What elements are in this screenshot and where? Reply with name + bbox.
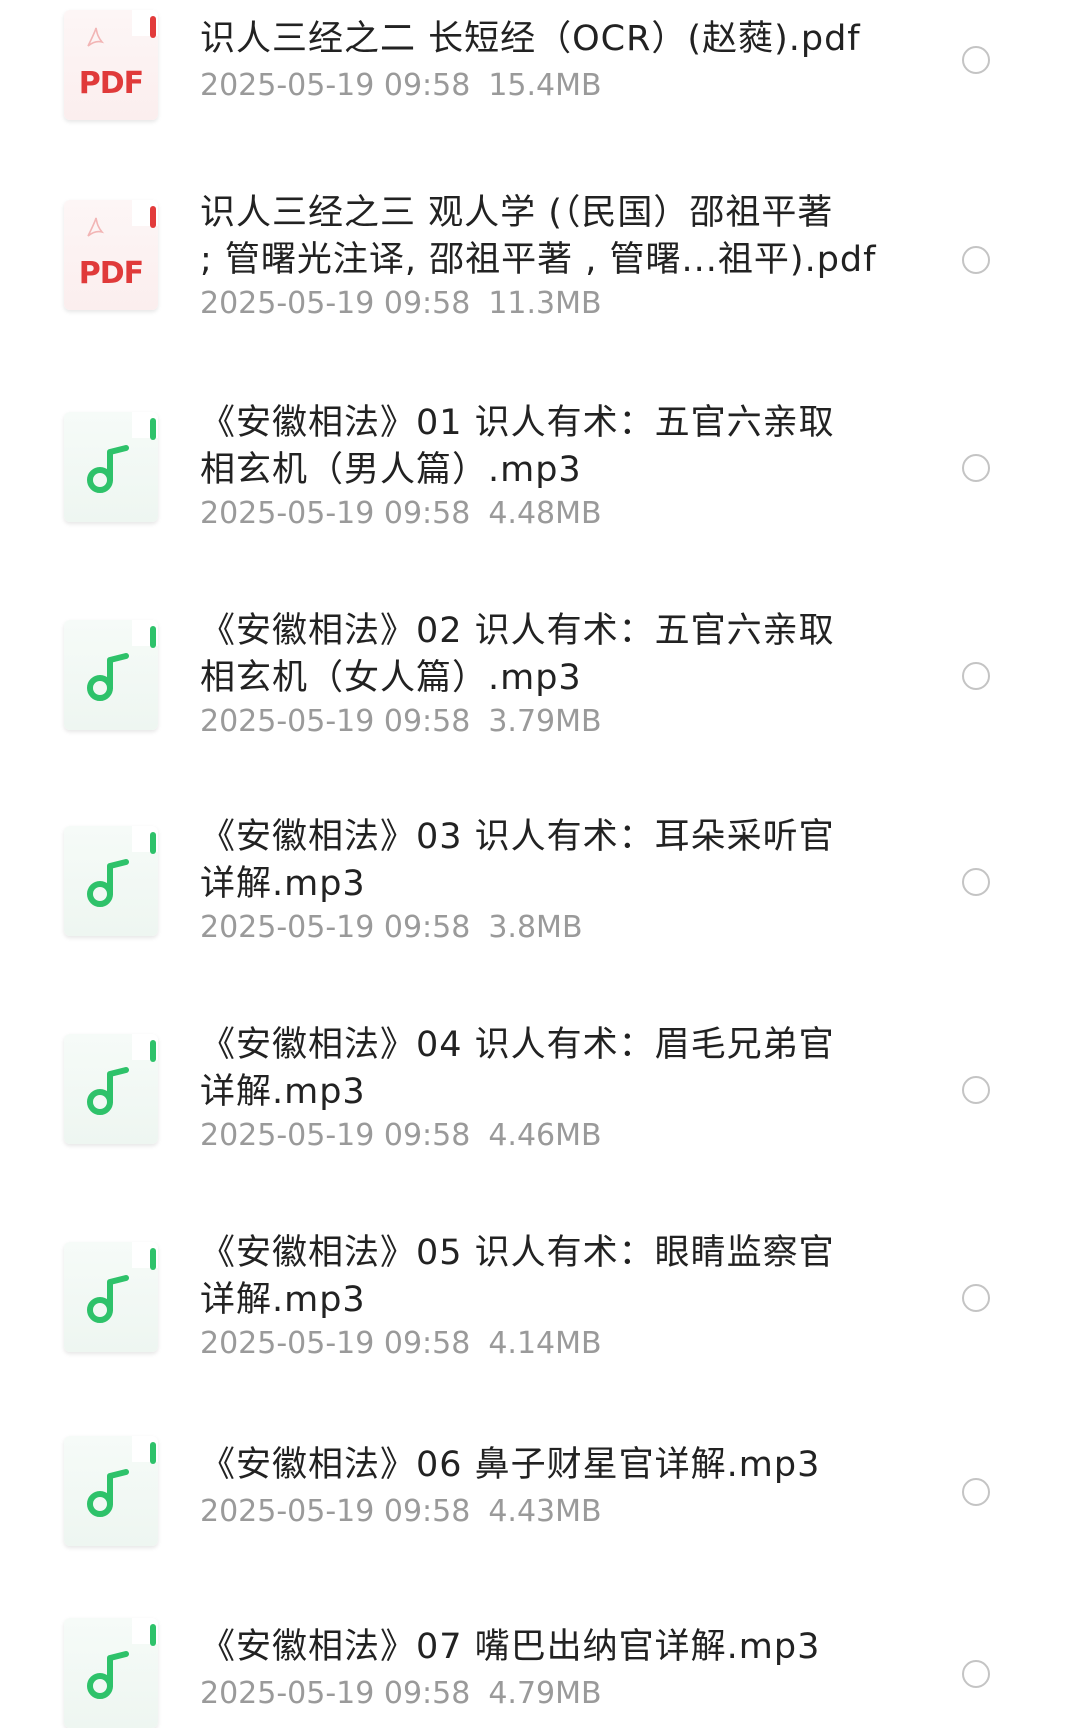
file-name: 《安徽相法》06 鼻子财星官详解.mp3 — [200, 1442, 880, 1489]
file-date: 2025-05-19 09:58 — [200, 1676, 471, 1711]
file-size: 11.3MB — [488, 286, 602, 321]
select-radio-button[interactable] — [962, 454, 990, 482]
file-name-line: 《安徽相法》03 识人有术：耳朵采听官 — [200, 817, 835, 857]
file-date: 2025-05-19 09:58 — [200, 68, 471, 103]
music-note-glyph — [87, 859, 129, 907]
file-size: 4.48MB — [488, 496, 602, 531]
file-name-line: 识人三经之二 长短经（OCR）(赵蕤).pdf — [200, 19, 861, 59]
music-note-glyph — [87, 1067, 129, 1115]
pdf-file-icon: PDF — [64, 10, 158, 120]
acrobat-symbol-icon — [87, 27, 105, 47]
file-date: 2025-05-19 09:58 — [200, 704, 471, 739]
file-name-line: 《安徽相法》05 识人有术：眼睛监察官 — [200, 1233, 835, 1273]
music-note-glyph — [87, 1651, 129, 1699]
music-note-glyph — [87, 445, 129, 493]
corner-mark — [150, 626, 156, 648]
file-date: 2025-05-19 09:58 — [200, 286, 471, 321]
file-name-line: 相玄机（女人篇）.mp3 — [200, 658, 582, 698]
file-meta: 2025-05-19 09:58 4.46MB — [200, 1118, 602, 1154]
file-date: 2025-05-19 09:58 — [200, 1118, 471, 1153]
corner-mark — [150, 206, 156, 228]
file-name-line: 《安徽相法》01 识人有术：五官六亲取 — [200, 403, 835, 443]
file-meta: 2025-05-19 09:58 11.3MB — [200, 286, 602, 322]
file-name-line: 详解.mp3 — [200, 1072, 366, 1112]
file-meta: 2025-05-19 09:58 4.48MB — [200, 496, 602, 532]
file-name-line: ; 管曙光注译, 邵祖平著 , 管曙...祖平).pdf — [200, 240, 877, 280]
file-size: 15.4MB — [488, 68, 602, 103]
file-name-line: 详解.mp3 — [200, 1280, 366, 1320]
file-name-line: 《安徽相法》07 嘴巴出纳官详解.mp3 — [200, 1627, 821, 1667]
file-meta: 2025-05-19 09:58 3.79MB — [200, 704, 602, 740]
select-radio-button[interactable] — [962, 868, 990, 896]
file-size: 4.14MB — [488, 1326, 602, 1361]
file-size: 3.79MB — [488, 704, 602, 739]
file-name-line: 详解.mp3 — [200, 864, 366, 904]
music-note-icon — [64, 826, 158, 936]
corner-mark — [150, 418, 156, 440]
corner-mark — [150, 1442, 156, 1464]
music-note-glyph — [87, 653, 129, 701]
file-date: 2025-05-19 09:58 — [200, 1326, 471, 1361]
file-list: PDF 识人三经之二 长短经（OCR）(赵蕤).pdf 2025-05-19 09:… — [0, 0, 1080, 1728]
file-size: 4.79MB — [488, 1676, 602, 1711]
file-meta: 2025-05-19 09:58 3.8MB — [200, 910, 583, 946]
file-meta: 2025-05-19 09:58 4.79MB — [200, 1676, 602, 1712]
select-radio-button[interactable] — [962, 1660, 990, 1688]
corner-mark — [150, 1624, 156, 1646]
file-name-line: 相玄机（男人篇）.mp3 — [200, 450, 582, 490]
file-meta: 2025-05-19 09:58 15.4MB — [200, 68, 602, 104]
file-name-line: 《安徽相法》04 识人有术：眉毛兄弟官 — [200, 1025, 835, 1065]
file-name-line: 识人三经之三 观人学 (（民国）邵祖平著 — [200, 193, 834, 233]
file-size: 3.8MB — [488, 910, 583, 945]
file-name: 《安徽相法》05 识人有术：眼睛监察官 详解.mp3 — [200, 1230, 880, 1324]
music-note-glyph — [87, 1469, 129, 1517]
corner-mark — [150, 832, 156, 854]
file-name: 《安徽相法》02 识人有术：五官六亲取 相玄机（女人篇）.mp3 — [200, 608, 880, 702]
pdf-icon-label: PDF — [78, 66, 144, 101]
file-size: 4.46MB — [488, 1118, 602, 1153]
select-radio-button[interactable] — [962, 1478, 990, 1506]
file-date: 2025-05-19 09:58 — [200, 1494, 471, 1529]
select-radio-button[interactable] — [962, 46, 990, 74]
file-date: 2025-05-19 09:58 — [200, 496, 471, 531]
music-note-icon — [64, 1242, 158, 1352]
file-date: 2025-05-19 09:58 — [200, 910, 471, 945]
music-note-icon — [64, 1034, 158, 1144]
music-note-icon — [64, 1436, 158, 1546]
file-name: 识人三经之二 长短经（OCR）(赵蕤).pdf — [200, 16, 880, 63]
file-name: 识人三经之三 观人学 (（民国）邵祖平著 ; 管曙光注译, 邵祖平著 , 管曙..… — [200, 190, 880, 284]
select-radio-button[interactable] — [962, 662, 990, 690]
music-note-icon — [64, 620, 158, 730]
file-name: 《安徽相法》04 识人有术：眉毛兄弟官 详解.mp3 — [200, 1022, 880, 1116]
file-name: 《安徽相法》01 识人有术：五官六亲取 相玄机（男人篇）.mp3 — [200, 400, 880, 494]
file-meta: 2025-05-19 09:58 4.43MB — [200, 1494, 602, 1530]
pdf-file-icon: PDF — [64, 200, 158, 310]
corner-mark — [150, 1248, 156, 1270]
file-name: 《安徽相法》07 嘴巴出纳官详解.mp3 — [200, 1624, 880, 1671]
corner-mark — [150, 16, 156, 38]
select-radio-button[interactable] — [962, 1076, 990, 1104]
music-note-glyph — [87, 1275, 129, 1323]
file-size: 4.43MB — [488, 1494, 602, 1529]
corner-mark — [150, 1040, 156, 1062]
pdf-icon-label: PDF — [78, 256, 144, 291]
file-name-line: 《安徽相法》02 识人有术：五官六亲取 — [200, 611, 835, 651]
file-name-line: 《安徽相法》06 鼻子财星官详解.mp3 — [200, 1445, 821, 1485]
file-name: 《安徽相法》03 识人有术：耳朵采听官 详解.mp3 — [200, 814, 880, 908]
select-radio-button[interactable] — [962, 1284, 990, 1312]
acrobat-symbol-icon — [87, 217, 105, 237]
music-note-icon — [64, 412, 158, 522]
file-meta: 2025-05-19 09:58 4.14MB — [200, 1326, 602, 1362]
music-note-icon — [64, 1618, 158, 1728]
select-radio-button[interactable] — [962, 246, 990, 274]
